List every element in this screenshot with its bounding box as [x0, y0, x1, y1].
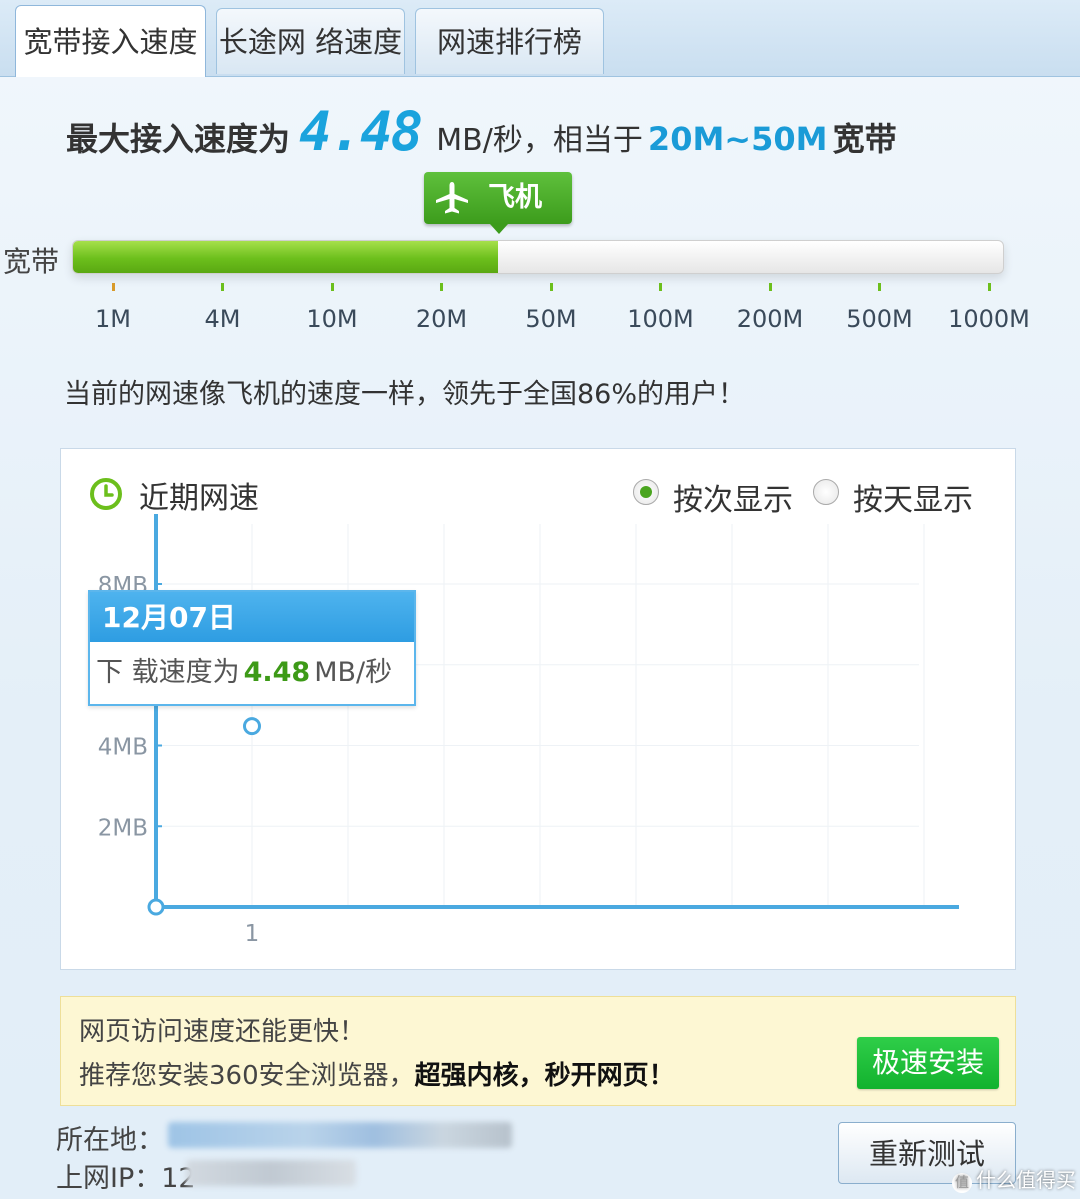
speed-bar-scale: 1M 4M 10M 20M 50M 100M 200M 500M 1000M	[58, 283, 1048, 343]
recent-speed-chart: 2MB4MB8MB1	[98, 514, 959, 947]
scale-tick-label: 1M	[95, 305, 131, 333]
badge-pointer	[490, 224, 508, 234]
speed-scale-tick: 1M	[58, 283, 168, 333]
headline-prefix: 最大接入速度为	[66, 120, 291, 158]
browser-promo: 网页访问速度还能更快！ 推荐您安装360安全浏览器，超强内核，秒开网页！ 极速安…	[60, 996, 1016, 1106]
headline-unit: MB/秒，相当于	[436, 123, 643, 158]
scale-tick-mark	[878, 283, 881, 291]
promo-text: 推荐您安装360安全浏览器，超强内核，秒开网页！	[79, 1055, 675, 1092]
speed-scale-tick: 500M	[825, 283, 935, 333]
tab-long-distance-speed[interactable]: 长途网 络速度	[216, 8, 405, 74]
scale-tick-mark	[768, 283, 772, 291]
y-tick-label: 2MB	[98, 815, 148, 841]
speed-scale-tick: 1000M	[934, 283, 1044, 333]
scale-tick-label: 20M	[415, 305, 468, 333]
axis-origin-marker	[147, 898, 165, 916]
speed-scale-tick: 50M	[496, 283, 606, 333]
speed-scale-tick: 100M	[606, 283, 716, 333]
promo-recommend: 推荐您安装360安全浏览器，	[79, 1061, 415, 1091]
scale-tick-label: 50M	[525, 305, 577, 333]
scale-tick-label: 200M	[736, 305, 804, 333]
x-tick-label: 1	[245, 921, 260, 947]
headline-suffix: 宽带	[832, 120, 897, 158]
scale-tick-mark	[330, 283, 334, 291]
scale-tick-mark	[549, 283, 553, 291]
promo-highlight: 超强内核，秒开网页！	[414, 1061, 675, 1091]
scale-tick-label: 500M	[846, 305, 913, 333]
scale-tick-mark	[221, 283, 224, 291]
watermark-text: 什么值得买	[976, 1168, 1076, 1192]
tooltip-unit: MB/秒	[314, 657, 393, 688]
tab-speed-ranking[interactable]: 网速排行榜	[415, 8, 604, 74]
location-value-redacted	[168, 1122, 512, 1148]
speed-scale-tick: 200M	[715, 283, 825, 333]
scale-tick-mark	[440, 283, 443, 291]
speed-bar-label: 宽带	[3, 245, 60, 278]
scale-tick-label: 10M	[306, 305, 358, 333]
scale-tick-mark	[987, 283, 991, 291]
tooltip-value: 4.48	[243, 657, 311, 688]
quick-install-button[interactable]: 极速安装	[857, 1037, 999, 1089]
scale-tick-label: 1000M	[948, 305, 1030, 333]
recent-speed-panel: 近期网速 按次显示 按天显示 2MB 4MB 8MB 1	[60, 448, 1016, 970]
y-tick-label: 4MB	[98, 735, 148, 761]
ip-label: 上网IP：12	[56, 1163, 196, 1194]
headline-bandwidth-range: 20M~50M	[647, 120, 828, 158]
badge-label: 飞机	[488, 182, 542, 213]
speed-bar-track	[72, 240, 1004, 274]
speed-scale-tick: 20M	[387, 283, 497, 333]
headline-speed-value: 4.48	[299, 100, 423, 163]
scale-tick-mark	[659, 283, 662, 291]
scale-tick-label: 100M	[627, 305, 694, 333]
ip-value-redacted	[186, 1160, 356, 1186]
scale-tick-mark	[111, 283, 115, 291]
speed-scale-tick: 4M	[168, 283, 278, 333]
airplane-icon	[436, 182, 468, 214]
speed-comparison-text: 当前的网速像飞机的速度一样，领先于全国86%的用户！	[64, 379, 746, 410]
tab-access-speed[interactable]: 宽带接入速度	[15, 5, 206, 77]
site-watermark: 值什么值得买	[952, 1164, 1076, 1193]
tooltip-date: 12月07日	[90, 592, 414, 642]
tooltip-prefix: 下 载速度为	[96, 657, 240, 688]
scale-tick-label: 4M	[204, 305, 241, 333]
data-point-tooltip: 12月07日 下 载速度为 4.48 MB/秒	[88, 590, 416, 706]
tooltip-body: 下 载速度为 4.48 MB/秒	[90, 642, 414, 704]
watermark-icon: 值	[952, 1173, 972, 1193]
speed-headline: 最大接入速度为 4.48 MB/秒，相当于 20M~50M 宽带	[66, 100, 897, 166]
tab-bar: 宽带接入速度 长途网 络速度 网速排行榜	[0, 0, 1080, 77]
data-point	[243, 717, 261, 736]
promo-headline: 网页访问速度还能更快！	[79, 1017, 366, 1047]
location-label: 所在地：	[56, 1125, 164, 1156]
speed-level-badge: 飞机	[424, 172, 572, 224]
speed-scale-tick: 10M	[277, 283, 387, 333]
speed-bar-fill	[73, 241, 498, 273]
